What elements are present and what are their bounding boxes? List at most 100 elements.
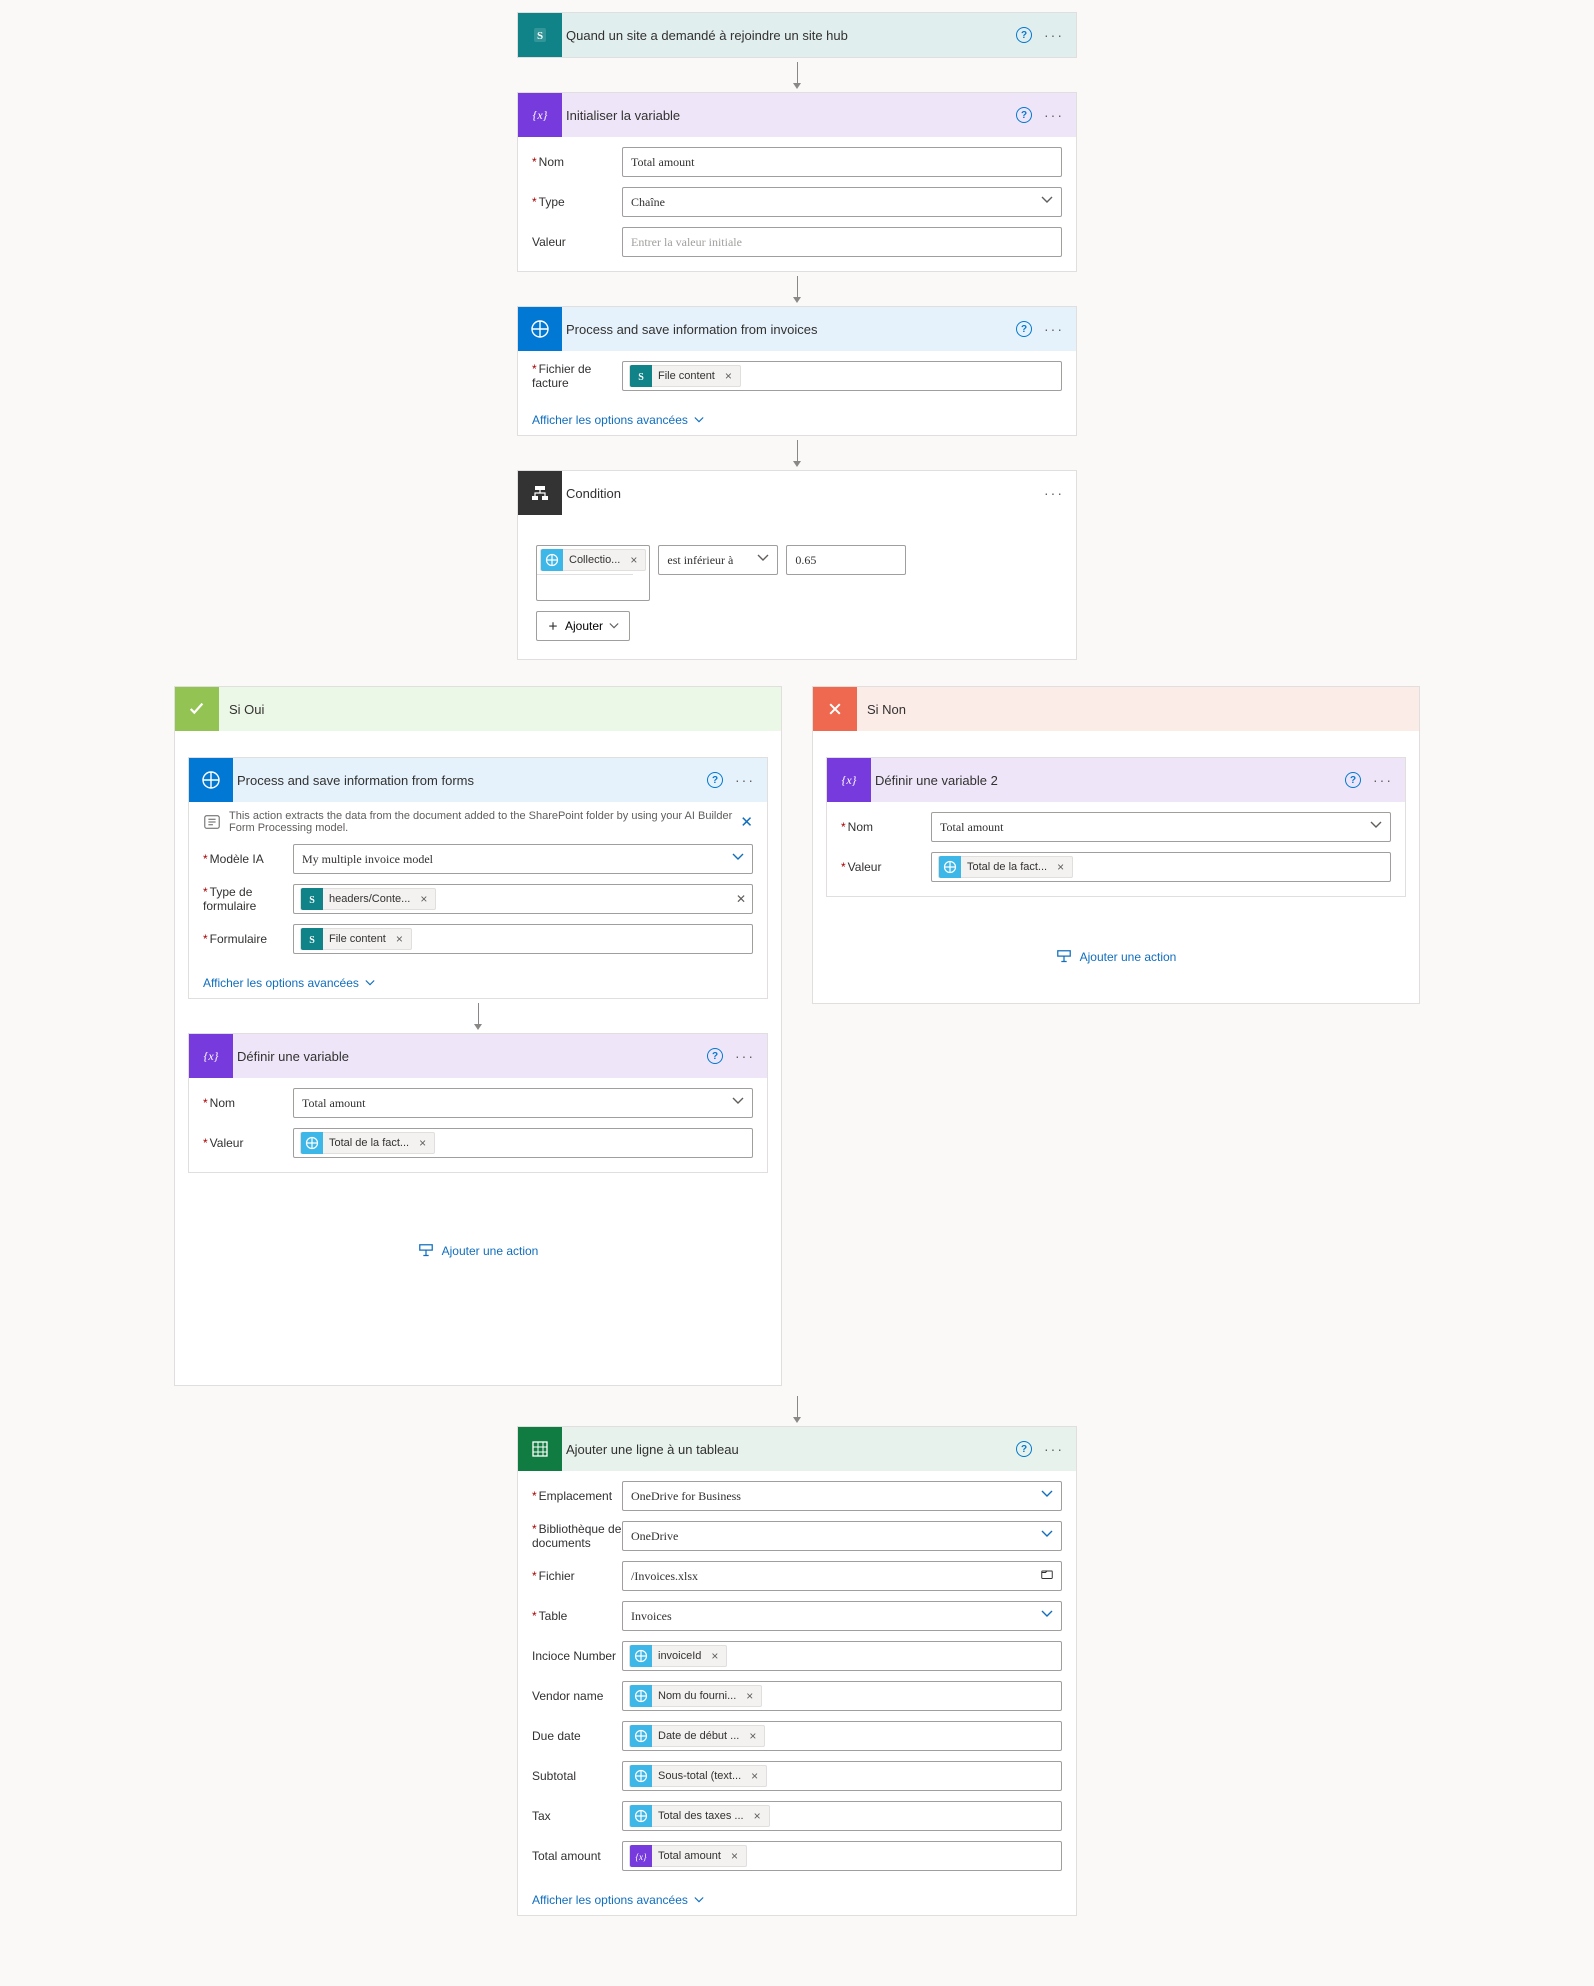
form-field[interactable]: File content × (293, 924, 753, 954)
invoice-total-chip[interactable]: Total de la fact... × (300, 1132, 435, 1154)
add-action-button[interactable]: Ajouter une action (183, 1243, 773, 1259)
folder-icon[interactable] (1041, 1568, 1053, 1584)
var-value-field[interactable]: Total de la fact... × (931, 852, 1391, 882)
add-condition-button[interactable]: Ajouter (536, 611, 630, 641)
file-picker[interactable]: /Invoices.xlsx (622, 1561, 1062, 1591)
chip-remove-icon[interactable]: × (742, 1689, 757, 1703)
excel-icon (518, 1427, 562, 1471)
more-icon[interactable]: ··· (1044, 485, 1064, 501)
due-date-field[interactable]: Date de début ... × (622, 1721, 1062, 1751)
chip-remove-icon[interactable]: × (1053, 860, 1068, 874)
condition-left-operand[interactable]: Collectio... × (536, 545, 650, 601)
init-var-card: Initialiser la variable ? ··· Nom Type C… (517, 92, 1077, 272)
table-select[interactable]: Invoices (622, 1601, 1062, 1631)
ai-icon (630, 1725, 652, 1747)
show-advanced-options[interactable]: Afficher les options avancées (518, 405, 718, 435)
process-forms-header[interactable]: Process and save information from forms … (189, 758, 767, 802)
ai-icon (630, 1765, 652, 1787)
vendor-name-chip[interactable]: Nom du fourni... × (629, 1685, 762, 1707)
more-icon[interactable]: ··· (735, 772, 755, 788)
content-type-chip[interactable]: headers/Conte... × (300, 888, 436, 910)
var-name-label: Nom (203, 1096, 293, 1110)
location-label: Emplacement (532, 1489, 622, 1503)
ai-builder-icon (518, 307, 562, 351)
collection-chip[interactable]: Collectio... × (540, 549, 646, 571)
process-invoices-header[interactable]: Process and save information from invoic… (518, 307, 1076, 351)
subtotal-chip[interactable]: Sous-total (text... × (629, 1765, 767, 1787)
subtotal-field[interactable]: Sous-total (text... × (622, 1761, 1062, 1791)
more-icon[interactable]: ··· (1044, 321, 1064, 337)
more-icon[interactable]: ··· (1373, 772, 1393, 788)
connector-arrow-icon (183, 999, 773, 1033)
location-select[interactable]: OneDrive for Business (622, 1481, 1062, 1511)
library-select[interactable]: OneDrive (622, 1521, 1062, 1551)
chip-remove-icon[interactable]: × (750, 1809, 765, 1823)
help-icon[interactable]: ? (1016, 27, 1032, 43)
invoice-file-field[interactable]: File content × (622, 361, 1062, 391)
var-value-label: Valeur (203, 1136, 293, 1150)
variable-icon (518, 93, 562, 137)
chip-remove-icon[interactable]: × (392, 932, 407, 946)
process-invoices-title: Process and save information from invoic… (562, 322, 1016, 337)
more-icon[interactable]: ··· (1044, 107, 1064, 123)
show-advanced-options[interactable]: Afficher les options avancées (518, 1885, 718, 1915)
model-select[interactable]: My multiple invoice model (293, 844, 753, 874)
form-type-field[interactable]: headers/Conte... × ✕ (293, 884, 753, 914)
variable-icon (189, 1034, 233, 1078)
help-icon[interactable]: ? (1016, 321, 1032, 337)
value-input[interactable] (622, 227, 1062, 257)
condition-header[interactable]: Condition ··· (518, 471, 1076, 515)
total-amount-field[interactable]: Total amount × (622, 1841, 1062, 1871)
clear-icon[interactable]: ✕ (736, 892, 746, 906)
vendor-name-field[interactable]: Nom du fourni... × (622, 1681, 1062, 1711)
chip-remove-icon[interactable]: × (727, 1849, 742, 1863)
var-value-field[interactable]: Total de la fact... × (293, 1128, 753, 1158)
connector-arrow-icon (517, 436, 1077, 470)
chip-remove-icon[interactable]: × (415, 1136, 430, 1150)
invoice-total-chip[interactable]: Total de la fact... × (938, 856, 1073, 878)
add-action-button[interactable]: Ajouter une action (821, 949, 1411, 965)
help-icon[interactable]: ? (1016, 107, 1032, 123)
invoice-id-chip[interactable]: invoiceId × (629, 1645, 727, 1667)
due-date-chip[interactable]: Date de début ... × (629, 1725, 765, 1747)
vendor-name-label: Vendor name (532, 1689, 622, 1703)
more-icon[interactable]: ··· (1044, 1441, 1064, 1457)
excel-title: Ajouter une ligne à un tableau (562, 1442, 1016, 1457)
help-icon[interactable]: ? (1016, 1441, 1032, 1457)
name-input[interactable] (622, 147, 1062, 177)
ai-icon (301, 1132, 323, 1154)
tax-field[interactable]: Total des taxes ... × (622, 1801, 1062, 1831)
var-name-select[interactable]: Total amount (293, 1088, 753, 1118)
chip-remove-icon[interactable]: × (747, 1769, 762, 1783)
invoice-number-field[interactable]: invoiceId × (622, 1641, 1062, 1671)
total-amount-chip[interactable]: Total amount × (629, 1845, 747, 1867)
chip-remove-icon[interactable]: × (416, 892, 431, 906)
show-advanced-options[interactable]: Afficher les options avancées (189, 968, 389, 998)
file-content-chip[interactable]: File content × (300, 928, 412, 950)
init-var-header[interactable]: Initialiser la variable ? ··· (518, 93, 1076, 137)
chip-remove-icon[interactable]: × (707, 1649, 722, 1663)
help-icon[interactable]: ? (1345, 772, 1361, 788)
condition-operator-select[interactable]: est inférieur à (658, 545, 778, 575)
chip-remove-icon[interactable]: × (721, 369, 736, 383)
trigger-header[interactable]: Quand un site a demandé à rejoindre un s… (518, 13, 1076, 57)
tax-chip[interactable]: Total des taxes ... × (629, 1805, 770, 1827)
var-name-select[interactable]: Total amount (931, 812, 1391, 842)
condition-icon (518, 471, 562, 515)
variable-icon (827, 758, 871, 802)
set-variable-header[interactable]: Définir une variable ? ··· (189, 1034, 767, 1078)
condition-title: Condition (562, 486, 1044, 501)
help-icon[interactable]: ? (707, 772, 723, 788)
set-variable2-card: Définir une variable 2 ? ··· Nom Total a… (826, 757, 1406, 897)
set-variable2-header[interactable]: Définir une variable 2 ? ··· (827, 758, 1405, 802)
chip-remove-icon[interactable]: × (626, 553, 641, 567)
file-content-chip[interactable]: File content × (629, 365, 741, 387)
more-icon[interactable]: ··· (1044, 27, 1064, 43)
condition-value-input[interactable] (786, 545, 906, 575)
chip-remove-icon[interactable]: × (745, 1729, 760, 1743)
excel-header[interactable]: Ajouter une ligne à un tableau ? ··· (518, 1427, 1076, 1471)
close-icon[interactable]: ✕ (740, 813, 753, 831)
help-icon[interactable]: ? (707, 1048, 723, 1064)
type-select[interactable]: Chaîne (622, 187, 1062, 217)
more-icon[interactable]: ··· (735, 1048, 755, 1064)
